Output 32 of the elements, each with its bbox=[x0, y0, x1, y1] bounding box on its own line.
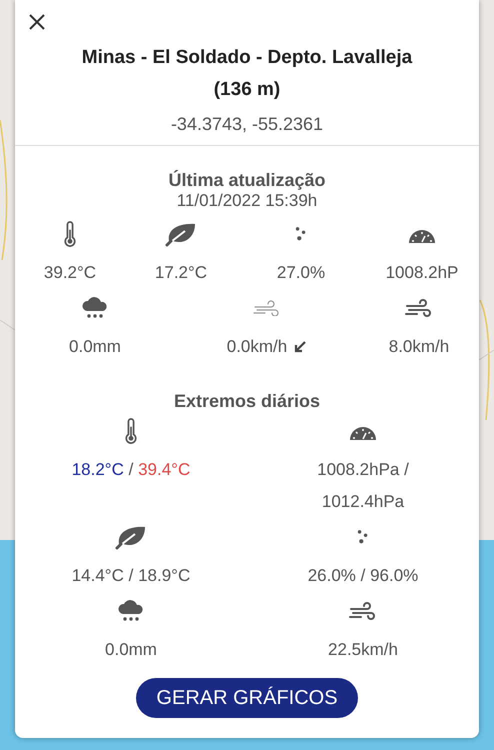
leaf-icon bbox=[115, 524, 147, 550]
wind-icon bbox=[253, 300, 281, 316]
reading-range: 18.2°C / 39.4°C bbox=[72, 459, 190, 481]
reading-value: 17.2°C bbox=[154, 262, 208, 284]
leaf-icon bbox=[165, 221, 197, 247]
section-title: Última atualização bbox=[168, 170, 326, 191]
thermometer-icon bbox=[64, 220, 76, 248]
rain-cloud-icon bbox=[117, 599, 145, 623]
generate-charts-button[interactable]: GERAR GRÁFICOS bbox=[136, 678, 358, 718]
reading-value: 8.0km/h bbox=[388, 336, 450, 358]
droplets-icon bbox=[357, 529, 369, 545]
arrow-icon bbox=[293, 340, 308, 354]
timestamp: 11/01/2022 15:39h bbox=[176, 191, 318, 211]
reading-value: 22.5km/h bbox=[328, 639, 398, 661]
reading-value: 39.2°C bbox=[44, 262, 96, 284]
reading-range: 26.0% / 96.0% bbox=[308, 565, 418, 587]
reading-value: 0.0mm bbox=[105, 639, 157, 661]
wind-icon bbox=[405, 299, 433, 317]
reading-value: 1008.2hP bbox=[386, 262, 458, 284]
close-icon bbox=[29, 14, 45, 30]
reading-range: 1008.2hPa / 1012.4hPa bbox=[316, 459, 410, 513]
station-name: Minas - El Soldado - Depto. Lavalleja (136 m) bbox=[80, 46, 414, 102]
reading-range: 14.4°C / 18.9°C bbox=[72, 565, 190, 587]
droplets-icon bbox=[295, 226, 307, 242]
rain-cloud-icon bbox=[81, 296, 109, 320]
thermometer-icon bbox=[125, 417, 137, 445]
section-title: Extremos diários bbox=[174, 391, 320, 412]
reading-value: 0.0km/h bbox=[226, 333, 308, 361]
wind-icon bbox=[349, 602, 377, 620]
reading-value: 27.0% bbox=[276, 262, 326, 284]
reading-value: 0.0mm bbox=[69, 336, 121, 358]
coordinates: -34.3743, -55.2361 bbox=[170, 114, 324, 135]
